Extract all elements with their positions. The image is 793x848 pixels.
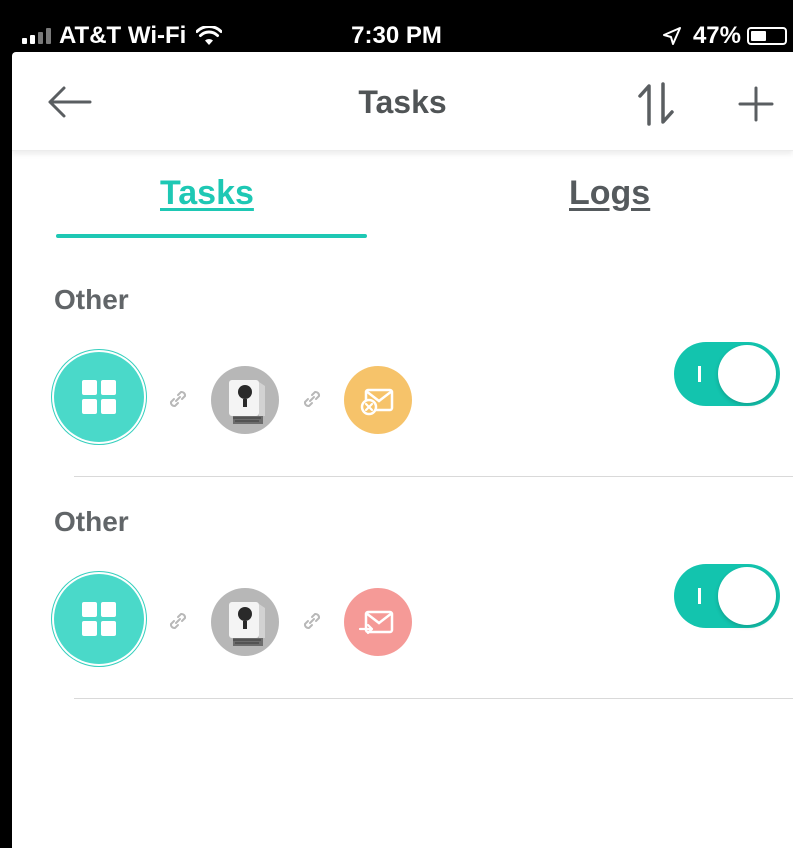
task-row[interactable]: Other: [12, 478, 793, 700]
battery-icon: [747, 27, 787, 45]
battery-percent: 47%: [692, 22, 741, 49]
link-icon: [303, 390, 321, 408]
toggle-knob: [718, 345, 776, 403]
link-icon: [169, 390, 187, 408]
tab-logs[interactable]: Logs: [569, 174, 650, 213]
app-screen: AT&T Wi-Fi 7:30 PM 47% Tasks Tasks Logs …: [12, 0, 793, 848]
add-task-button[interactable]: [738, 86, 774, 122]
plus-icon: [738, 86, 774, 122]
location-arrow-icon: [662, 27, 681, 45]
link-icon: [169, 612, 187, 630]
toggle-on-mark: [698, 366, 701, 382]
tab-bar: Tasks Logs: [12, 150, 793, 242]
tab-tasks[interactable]: Tasks: [160, 174, 254, 213]
camera-icon: [211, 588, 279, 656]
status-right: 47%: [662, 22, 787, 50]
link-icon: [303, 612, 321, 630]
sort-arrows-icon: [638, 82, 674, 126]
task-label: Other: [54, 284, 129, 315]
toggle-on-mark: [698, 588, 701, 604]
divider: [74, 476, 793, 477]
camera-icon: [211, 366, 279, 434]
task-enabled-toggle[interactable]: [674, 342, 780, 406]
task-row[interactable]: Other: [12, 256, 793, 478]
task-enabled-toggle[interactable]: [674, 564, 780, 628]
divider: [74, 698, 793, 699]
email-send-icon: [344, 588, 412, 656]
task-label: Other: [54, 506, 129, 537]
email-blocked-icon: [344, 366, 412, 434]
hub-grid-icon: [54, 574, 144, 664]
battery-fill: [751, 31, 766, 41]
nav-bar: Tasks: [12, 52, 793, 151]
toggle-knob: [718, 567, 776, 625]
sort-button[interactable]: [634, 82, 680, 126]
tab-active-indicator: [56, 234, 367, 238]
hub-grid-icon: [54, 352, 144, 442]
